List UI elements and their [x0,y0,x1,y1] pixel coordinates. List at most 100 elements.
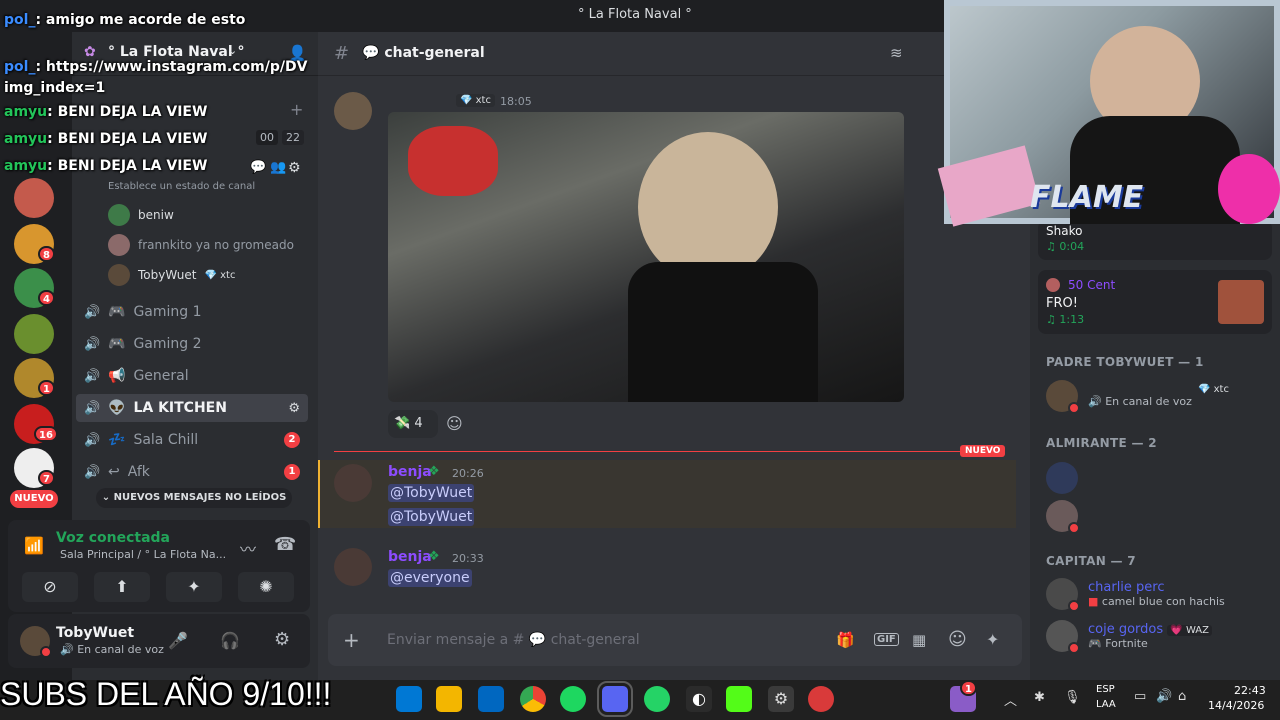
server-icon[interactable]: 1 [14,358,55,398]
image-attachment[interactable] [388,112,904,402]
gear-icon[interactable]: ⚙ [288,160,301,176]
server-icon[interactable]: 8 [14,224,55,264]
member-row[interactable] [1046,500,1080,534]
server-icon[interactable]: 7 [14,448,55,488]
voice-status[interactable]: Voz conectada [56,530,170,546]
member-name-text: coje gordos [1088,622,1164,637]
message-author[interactable]: benja [388,549,432,565]
member-row[interactable]: 💎 xtc 🔊 En canal de voz [1046,380,1229,414]
member-row[interactable]: charlie perc ■ camel blue con hachis [1046,578,1225,612]
channel-gaming-2[interactable]: 🔊 🎮 Gaming 2 [76,330,308,358]
user-status[interactable]: 🔊 En canal de voz [60,643,164,656]
microphone-icon[interactable]: 🎤 [168,631,188,650]
whatsapp-icon[interactable] [644,686,670,712]
server-icon[interactable]: 4 [14,268,55,308]
flame-logo: FLAME [1030,180,1144,215]
keyboard-layout[interactable]: LAA [1096,699,1116,710]
role-tag-text: WAZ [1185,625,1209,636]
disconnect-icon[interactable]: ☎ [274,534,296,555]
channel-title-text: chat-general [384,45,485,61]
user-settings-icon[interactable]: ⚙ [274,629,290,650]
sticker-icon[interactable]: ▦ [912,631,926,649]
threads-icon[interactable]: ≋ [890,44,903,62]
avatar[interactable] [20,626,52,658]
add-reaction-icon[interactable]: ☺ [446,414,463,433]
channel-sala-chill[interactable]: 🔊 💤 Sala Chill 2 [76,426,308,454]
voice-user[interactable]: beniw [108,204,174,226]
clock-time[interactable]: 22:43 [1234,684,1266,697]
set-status-hint[interactable]: Establece un estado de canal [108,181,255,192]
user-mention[interactable]: @TobyWuet [388,484,475,502]
gear-icon[interactable]: ⚙ [288,401,300,416]
mention-badge: 2 [284,432,300,448]
reaction[interactable]: 💸 4 [388,410,438,438]
voice-user[interactable]: frannkito ya no gromeado [108,234,294,256]
chrome-icon[interactable] [520,686,546,712]
microphone-icon[interactable]: 🎙 [1064,690,1081,705]
reaction-count: 4 [414,416,423,431]
signal-icon[interactable]: 📶 [24,536,44,555]
avatar[interactable] [334,548,372,586]
message-input[interactable]: Enviar mensaje a # 💬 chat-general [387,632,640,648]
stream-chat-line: amyu: BENI DEJA LA VIEW [4,158,207,174]
speaker-icon: 🔊 [84,465,101,480]
channel-general[interactable]: 🔊 📢 General [76,362,308,390]
settings-icon[interactable]: ⚙ [768,686,794,712]
screen-share-button[interactable]: ⬆ [94,572,150,602]
unread-messages-bar[interactable]: ⌄ NUEVOS MENSAJES NO LEÍDOS [96,488,292,508]
avatar [108,204,130,226]
channel-afk[interactable]: 🔊 ↩ Afk 1 [76,458,308,486]
attach-plus-icon[interactable]: + [343,628,360,652]
new-unreads-pill[interactable]: NUEVO [10,490,58,508]
member-status-text: En canal de voz [1105,395,1192,408]
server-name[interactable]: ° La Flota Naval ° [108,44,245,60]
voice-user[interactable]: TobyWuet 💎 xtc [108,264,235,286]
obs-icon[interactable] [808,686,834,712]
spotify-icon[interactable] [560,686,586,712]
avatar[interactable] [334,92,372,130]
mail-app-icon[interactable] [396,686,422,712]
user-panel [8,614,310,668]
dnd-status-icon [1068,522,1080,534]
add-channel-icon[interactable]: + [290,100,303,119]
soundboard-button[interactable]: ✺ [238,572,294,602]
chat-bubble-icon[interactable]: 💬 [250,160,266,175]
avatar[interactable] [334,464,372,502]
kick-icon[interactable] [726,686,752,712]
channel-title: 💬 chat-general [362,45,485,61]
invite-icon[interactable]: 👥 [270,160,286,175]
store-icon[interactable] [478,686,504,712]
voice-location[interactable]: Sala Principal / ° La Flota Na... [60,548,226,561]
chevron-down-icon[interactable]: ⌄ [228,44,237,57]
server-icon[interactable]: 16 [14,404,58,444]
chevron-up-icon[interactable]: ︿ [1004,690,1017,709]
server-icon[interactable] [14,314,54,354]
input-language[interactable]: ESP [1096,684,1115,695]
file-explorer-icon[interactable] [436,686,462,712]
username[interactable]: TobyWuet [56,625,134,641]
volume-icon[interactable]: 🔊 [1156,689,1172,704]
network-icon[interactable]: ⌂ [1178,689,1186,704]
activities-button[interactable]: ✦ [166,572,222,602]
user-mention[interactable]: @TobyWuet [388,508,475,526]
monitor-icon[interactable]: ▭ [1134,689,1146,704]
capcut-icon[interactable]: ◐ [686,686,712,712]
copilot-icon[interactable]: 1 [950,680,977,712]
clock-date[interactable]: 14/4/2026 [1208,699,1264,712]
member-row[interactable]: coje gordos 💗 WAZ 🎮 Fortnite [1046,620,1212,654]
channel-la-kitchen[interactable]: 🔊 👽 LA KITCHEN ⚙ [76,394,308,422]
gif-icon[interactable]: GIF [874,633,899,646]
apps-icon[interactable]: ✦ [986,630,999,649]
server-icon[interactable] [14,178,54,218]
message-author[interactable]: benja [388,464,432,480]
member-row[interactable] [1046,462,1078,494]
camera-off-button[interactable]: ⊘ [22,572,78,602]
everyone-mention[interactable]: @everyone [388,569,472,587]
emoji-icon[interactable]: ☺ [948,629,967,650]
discord-icon[interactable] [597,681,633,717]
headphones-icon[interactable]: 🎧 [220,631,240,650]
channel-gaming-1[interactable]: 🔊 🎮 Gaming 1 [76,298,308,326]
noise-suppression-icon[interactable]: 〰 [240,536,256,560]
gift-icon[interactable]: 🎁 [836,631,855,649]
bluetooth-icon[interactable]: ✱ [1034,690,1045,705]
